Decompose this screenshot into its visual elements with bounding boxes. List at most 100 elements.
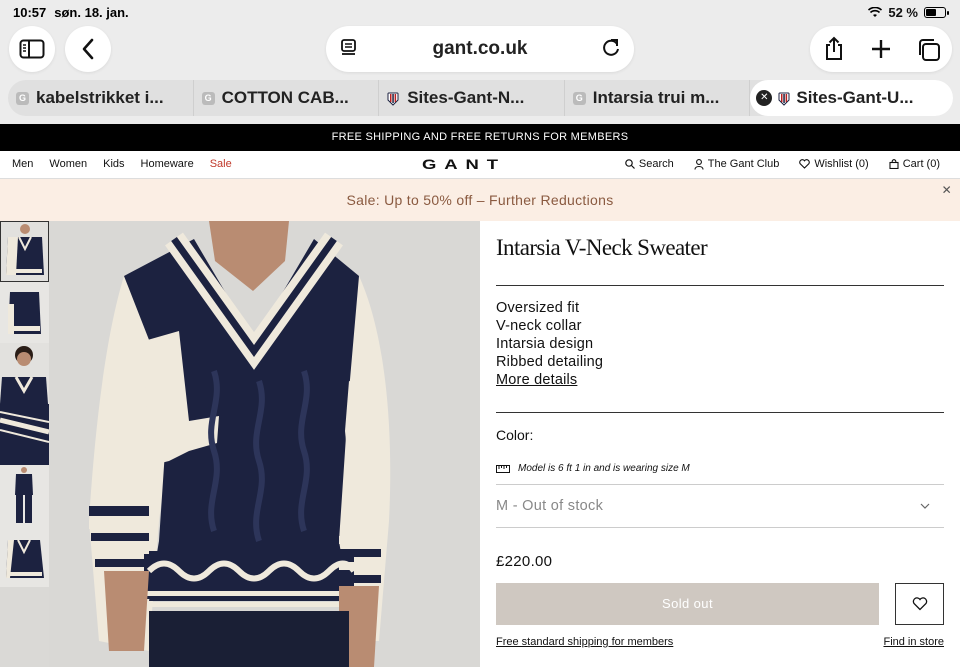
thumbnail-image: [0, 526, 49, 587]
nav-item-women[interactable]: Women: [49, 158, 87, 170]
feature-item: V-neck collar: [496, 318, 582, 334]
heart-icon: [799, 159, 811, 169]
more-details-link[interactable]: More details: [496, 371, 603, 389]
nav-item-men[interactable]: Men: [12, 158, 33, 170]
thumbnail[interactable]: [0, 282, 49, 343]
cart-label: Cart (0): [902, 158, 940, 170]
wifi-icon: [868, 7, 883, 17]
shield-favicon-icon: [778, 92, 790, 106]
feature-item: Oversized fit: [496, 300, 580, 316]
bag-icon: [889, 159, 899, 169]
status-time: 10:57 søn. 18. jan.: [13, 5, 129, 20]
sale-banner[interactable]: Sale: Up to 50% off – Further Reductions…: [0, 179, 960, 221]
browser-actions: [810, 26, 952, 72]
nav-utilities: Search The Gant Club Wishlist (0) Cart (…: [625, 158, 940, 170]
back-button[interactable]: [65, 26, 111, 72]
divider: [496, 285, 944, 286]
thumbnail-strip: [0, 221, 49, 667]
share-icon[interactable]: [823, 36, 845, 62]
browser-tab-active[interactable]: ✕ Sites-Gant-U...: [750, 80, 953, 116]
thumbnail-image: [0, 282, 49, 343]
nav-item-sale[interactable]: Sale: [210, 158, 232, 170]
feature-item: Intarsia design: [496, 336, 594, 352]
model-info: Model is 6 ft 1 in and is wearing size M: [496, 463, 690, 474]
find-in-store-link[interactable]: Find in store: [883, 636, 944, 648]
nav-item-kids[interactable]: Kids: [103, 158, 124, 170]
browser-tab[interactable]: Sites-Gant-N...: [379, 80, 565, 116]
clock: 10:57: [13, 5, 47, 20]
tab-label: Sites-Gant-U...: [796, 88, 914, 107]
battery-percent: 52 %: [888, 5, 918, 20]
close-banner-icon[interactable]: ✕: [942, 179, 952, 201]
tab-label: COTTON CAB...: [221, 88, 349, 107]
new-tab-icon[interactable]: [870, 38, 892, 60]
color-label: Color:: [496, 427, 534, 443]
search-label: Search: [638, 158, 674, 170]
favicon-icon: G: [572, 92, 586, 105]
product-panel: Intarsia V-Neck Sweater Oversized fit V-…: [480, 221, 960, 667]
club-link[interactable]: The Gant Club: [694, 158, 780, 170]
tab-label: Intarsia trui m...: [592, 88, 720, 107]
battery-icon: [924, 7, 949, 18]
divider: [496, 412, 944, 413]
shipping-link[interactable]: Free standard shipping for members: [496, 636, 673, 648]
size-select[interactable]: M - Out of stock: [496, 484, 944, 528]
feature-item: Ribbed detailing: [496, 354, 604, 370]
user-icon: [694, 158, 704, 170]
wishlist-link[interactable]: Wishlist (0): [799, 158, 869, 170]
favicon-icon: G: [16, 92, 29, 105]
date: søn. 18. jan.: [54, 5, 129, 20]
nav-item-homeware[interactable]: Homeware: [141, 158, 194, 170]
feature-list: Oversized fit V-neck collar Intarsia des…: [496, 299, 603, 389]
thumbnail[interactable]: [0, 221, 49, 282]
gant-logo[interactable]: GANT: [422, 157, 508, 171]
tab-label: Sites-Gant-N...: [407, 88, 525, 107]
model-info-text: Model is 6 ft 1 in and is wearing size M: [518, 463, 690, 474]
cart-link[interactable]: Cart (0): [889, 158, 940, 170]
product-title: Intarsia V-Neck Sweater: [496, 235, 708, 260]
nav-categories: Men Women Kids Homeware Sale: [12, 158, 232, 170]
tab-bar: Gkabelstrikket i... G COTTON CAB... Sites…: [8, 80, 953, 116]
wishlist-label: Wishlist (0): [814, 158, 869, 170]
url-text: gant.co.uk: [432, 38, 528, 59]
thumbnail-image: [0, 465, 49, 526]
status-right: 52 %: [868, 5, 949, 20]
heart-icon: [912, 597, 927, 611]
club-label: The Gant Club: [707, 158, 780, 170]
shield-favicon-icon: [387, 92, 399, 106]
favicon-icon: G: [201, 92, 215, 105]
tab-label: kabelstrikket i...: [36, 88, 164, 107]
thumbnail[interactable]: [0, 526, 49, 587]
tabs-overview-icon[interactable]: [916, 37, 942, 63]
search-link[interactable]: Search: [625, 158, 674, 170]
browser-tab[interactable]: G COTTON CAB...: [194, 80, 380, 116]
logo-text: GANT: [422, 157, 506, 171]
chevron-left-icon: [82, 38, 94, 60]
browser-tab[interactable]: G Intarsia trui m...: [565, 80, 751, 116]
close-tab-icon[interactable]: ✕: [756, 90, 773, 106]
browser-tab[interactable]: Gkabelstrikket i...: [8, 80, 194, 116]
address-bar[interactable]: gant.co.uk: [326, 26, 634, 72]
chevron-down-icon: [920, 503, 930, 509]
thumbnail[interactable]: [0, 404, 49, 465]
add-to-wishlist-button[interactable]: [895, 583, 944, 625]
reader-icon: [341, 39, 356, 55]
search-icon: [625, 159, 635, 169]
thumbnail[interactable]: [0, 343, 49, 404]
sidebar-button[interactable]: [9, 26, 55, 72]
sold-out-button[interactable]: Sold out: [496, 583, 879, 625]
reload-icon[interactable]: [600, 37, 622, 59]
price: £220.00: [496, 553, 553, 570]
site-nav: Men Women Kids Homeware Sale GANT Search…: [0, 151, 960, 179]
thumbnail-image: [0, 221, 49, 282]
ruler-icon: [496, 464, 510, 473]
product-main-image: [49, 221, 480, 667]
size-select-value: M - Out of stock: [496, 498, 604, 514]
thumbnail[interactable]: [0, 465, 49, 526]
sidebar-icon: [19, 39, 45, 59]
browser-chrome: 10:57 søn. 18. jan. 52 % gant.co.uk Gkabe…: [0, 0, 960, 124]
sale-banner-text: Sale: Up to 50% off – Further Reductions: [346, 192, 614, 208]
product-gallery: [0, 221, 480, 667]
thumbnail-image: [0, 343, 49, 404]
promo-bar: FREE SHIPPING AND FREE RETURNS FOR MEMBE…: [0, 124, 960, 151]
